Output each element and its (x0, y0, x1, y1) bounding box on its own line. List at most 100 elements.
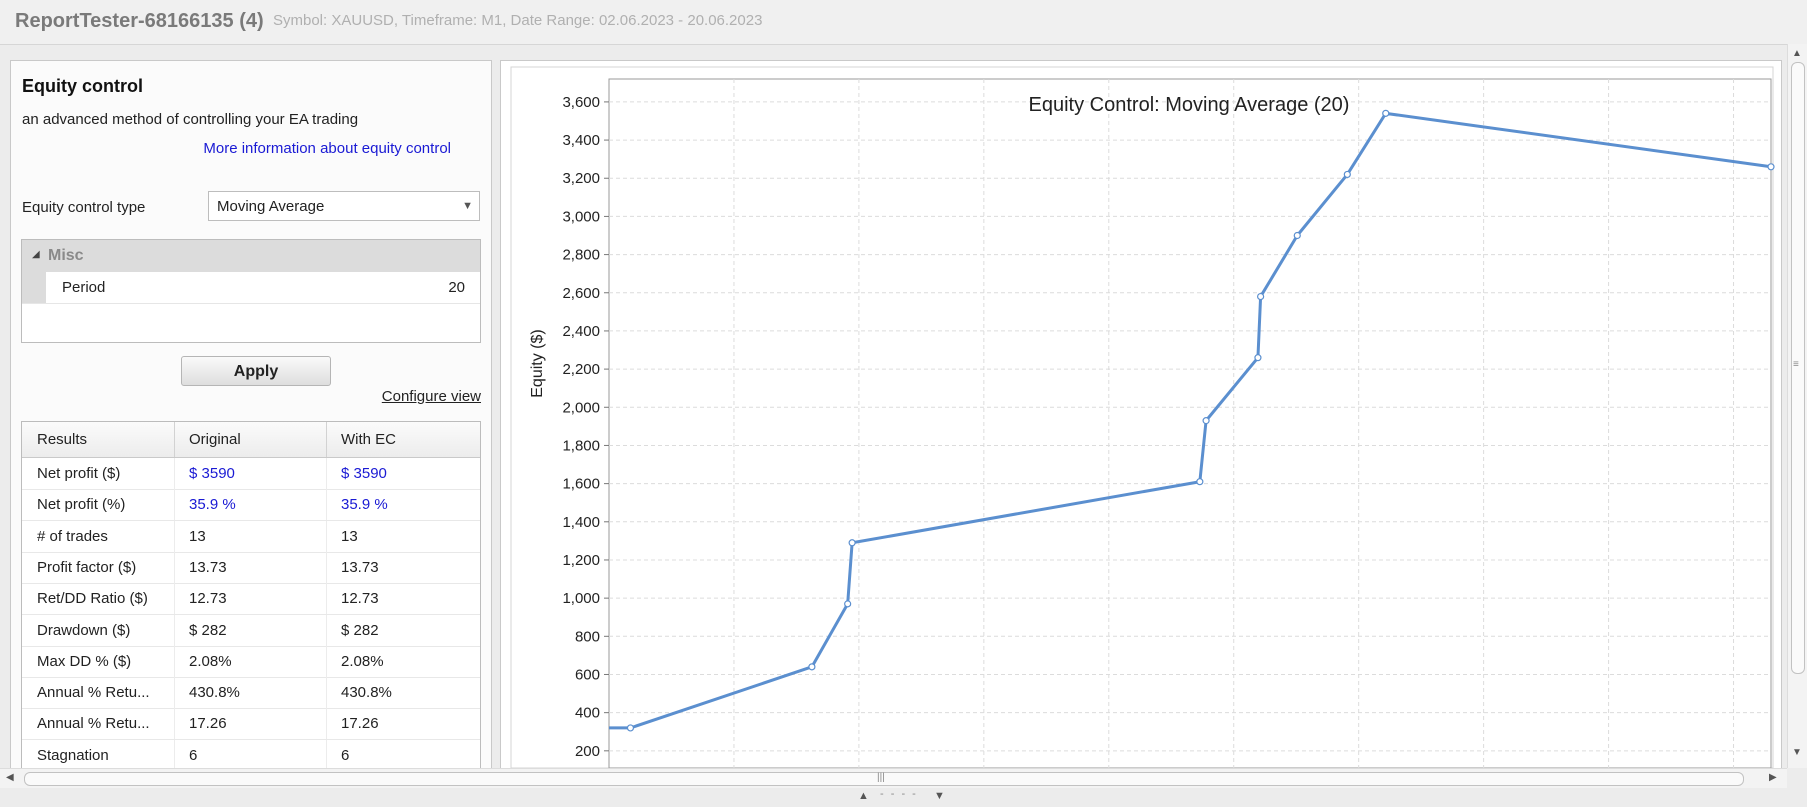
configure-view-link[interactable]: Configure view (382, 388, 481, 405)
table-row[interactable]: Ret/DD Ratio ($) 12.73 12.73 (22, 583, 480, 616)
data-point (1293, 231, 1301, 240)
original-cell: 12.73 (189, 590, 227, 608)
column-divider (174, 708, 175, 740)
panel-description: an advanced method of controlling your E… (22, 111, 359, 128)
column-divider (326, 614, 327, 646)
panel-title: Equity control (22, 76, 143, 96)
data-point (1202, 417, 1210, 425)
column-divider (174, 551, 175, 583)
with-ec-cell: 13.73 (341, 558, 379, 576)
table-row[interactable]: Profit factor ($) 13.73 13.73 (22, 551, 480, 584)
data-point (1382, 109, 1390, 117)
original-cell: 430.8% (189, 684, 240, 702)
splitter-grip-icon: - - - - (880, 788, 918, 800)
equity-type-value: Moving Average (217, 198, 325, 215)
apply-button[interactable]: Apply (181, 356, 331, 386)
metric-cell: Net profit ($) (37, 465, 121, 482)
expand-up-icon[interactable]: ▲ (858, 790, 869, 802)
property-grid: ◢ Misc Period 20 (21, 239, 481, 343)
chart-panel: 200 400 600 800 1,000 1,200 1,400 1,600 1,800 2,0… (500, 60, 1782, 770)
column-divider (326, 677, 327, 709)
column-divider (174, 645, 175, 677)
header-original[interactable]: Original (189, 431, 241, 448)
title-bar: ReportTester-68166135 (4) Symbol: XAUUSD… (0, 0, 1807, 45)
metric-cell: Drawdown ($) (37, 621, 131, 639)
metric-cell: Profit factor ($) (37, 558, 137, 576)
equity-info-link[interactable]: More information about equity control (203, 140, 451, 157)
table-row[interactable]: Annual % Retu... 430.8% 430.8% (22, 677, 480, 710)
misc-category-label: Misc (48, 247, 84, 264)
original-cell: $ 282 (189, 621, 227, 639)
data-point (808, 663, 816, 671)
collapse-triangle-icon[interactable]: ◢ (32, 249, 40, 260)
scroll-right-icon[interactable]: ▶ (1769, 772, 1777, 783)
with-ec-cell: $ 282 (341, 621, 379, 639)
y-tick-label: 2,800 (562, 247, 600, 264)
original-cell: 13.73 (189, 558, 227, 576)
with-ec-cell: 430.8% (341, 684, 392, 702)
period-value[interactable]: 20 (448, 279, 465, 296)
metric-cell: Max DD % ($) (37, 652, 132, 670)
header-divider (174, 422, 175, 457)
y-tick-label: 3,400 (562, 132, 600, 149)
table-row[interactable]: Drawdown ($) $ 282 $ 282 (22, 614, 480, 647)
row-gutter (22, 272, 46, 303)
y-axis-label: Equity ($) (529, 329, 546, 397)
y-tick-label: 1,600 (562, 476, 600, 493)
y-tick-label: 1,000 (562, 590, 600, 607)
original-cell: 6 (189, 746, 198, 764)
metric-cell: Stagnation (37, 746, 109, 764)
column-divider (326, 645, 327, 677)
vertical-scrollbar[interactable]: ▲ ≡ ▼ (1787, 44, 1807, 768)
y-tick-label: 2,000 (562, 399, 600, 416)
column-divider (174, 614, 175, 646)
header-results[interactable]: Results (37, 431, 87, 448)
with-ec-cell: $ 3590 (341, 465, 387, 482)
y-tick-label: 3,200 (562, 170, 600, 187)
data-point (1257, 292, 1265, 301)
table-row[interactable]: Max DD % ($) 2.08% 2.08% (22, 645, 480, 678)
data-point (844, 600, 852, 608)
column-divider (174, 739, 175, 769)
period-label: Period (62, 279, 106, 296)
table-row[interactable]: Annual % Retu... 17.26 17.26 (22, 708, 480, 741)
scroll-up-icon[interactable]: ▲ (1792, 48, 1802, 59)
horizontal-scroll-thumb[interactable]: ||| (24, 772, 1744, 786)
column-divider (326, 708, 327, 740)
column-divider (326, 520, 327, 552)
scroll-left-icon[interactable]: ◀ (6, 772, 14, 783)
equity-type-label: Equity control type (22, 199, 146, 216)
column-divider (174, 458, 175, 489)
y-tick-label: 800 (575, 628, 600, 645)
metric-cell: Annual % Retu... (37, 715, 150, 733)
column-divider (326, 739, 327, 769)
metric-cell: # of trades (37, 527, 108, 545)
vertical-scroll-thumb[interactable]: ≡ (1791, 62, 1805, 674)
header-divider (326, 422, 327, 457)
panel-splitter[interactable]: ▲ - - - - ▼ (0, 788, 1807, 807)
data-point (1196, 478, 1204, 486)
collapse-down-icon[interactable]: ▼ (934, 790, 945, 802)
table-row[interactable]: Net profit (%) 35.9 % 35.9 % (22, 489, 480, 522)
data-point (1343, 170, 1351, 179)
with-ec-cell: 13 (341, 527, 358, 545)
column-divider (326, 489, 327, 521)
data-point (848, 539, 856, 547)
original-cell: 35.9 % (189, 496, 236, 514)
table-row[interactable]: Stagnation 6 6 (22, 739, 480, 769)
y-tick-label: 1,800 (562, 437, 600, 454)
original-cell: $ 3590 (189, 465, 235, 482)
column-divider (326, 551, 327, 583)
table-row[interactable]: Net profit ($) $ 3590 $ 3590 (22, 458, 480, 490)
table-row[interactable]: # of trades 13 13 (22, 520, 480, 553)
period-row[interactable]: Period 20 (22, 272, 480, 304)
with-ec-cell: 17.26 (341, 715, 379, 733)
header-with-ec[interactable]: With EC (341, 431, 396, 448)
y-tick-label: 1,400 (562, 514, 600, 531)
results-table: Results Original With EC Net profit ($) $… (21, 421, 481, 769)
equity-type-dropdown[interactable]: Moving Average ▼ (208, 191, 480, 221)
horizontal-scrollbar[interactable]: ◀ ||| ▶ (0, 768, 1787, 789)
scroll-down-icon[interactable]: ▼ (1792, 747, 1802, 758)
metric-cell: Ret/DD Ratio ($) (37, 590, 148, 608)
misc-category[interactable]: ◢ Misc (22, 240, 480, 272)
